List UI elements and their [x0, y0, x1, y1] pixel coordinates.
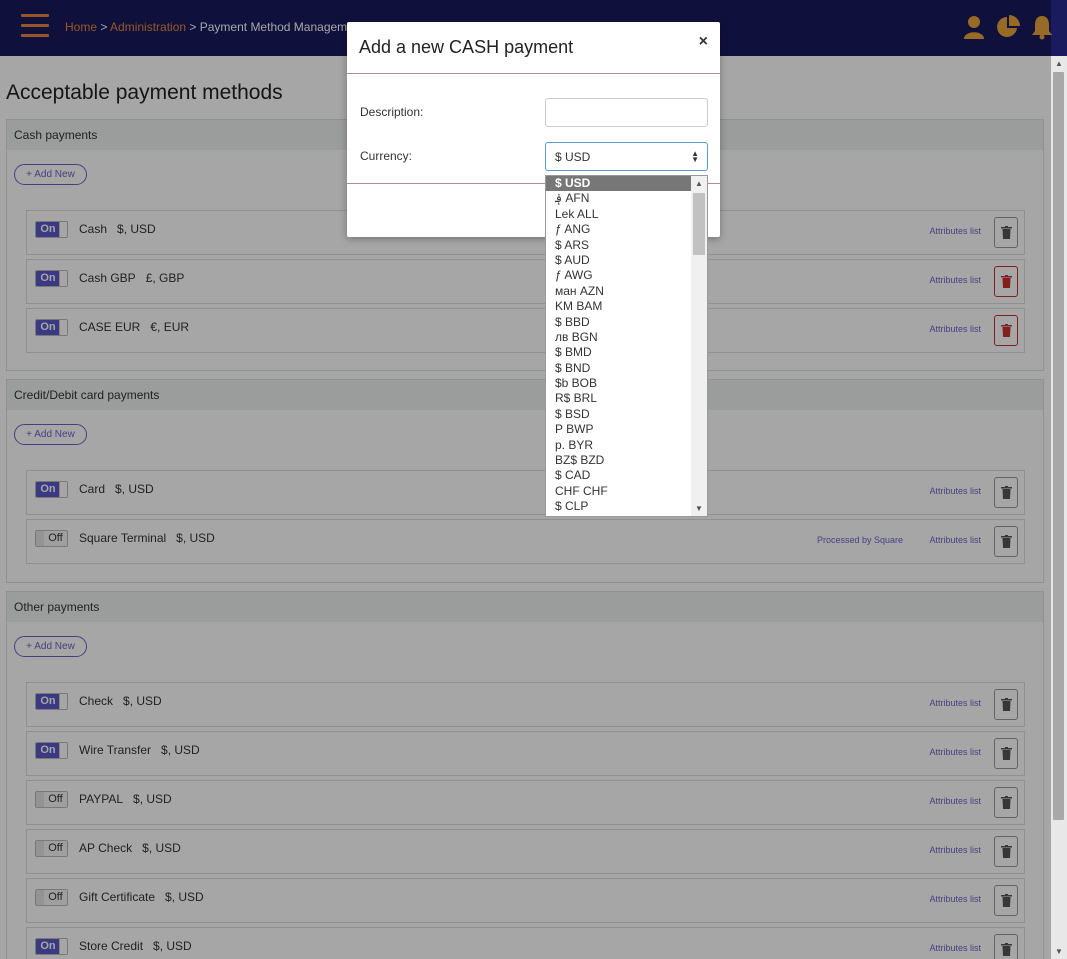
modal-title: Add a new CASH payment — [359, 37, 574, 57]
currency-option[interactable]: $ CLP — [546, 499, 707, 514]
currency-option[interactable]: ман AZN — [546, 284, 707, 299]
description-label: Description: — [360, 105, 424, 119]
currency-option[interactable]: ƒ ANG — [546, 222, 707, 237]
select-arrows-icon: ▲ ▼ — [691, 149, 699, 164]
scroll-up-arrow-icon[interactable]: ▲ — [695, 179, 703, 188]
currency-select-value: $ USD — [555, 150, 591, 164]
currency-option[interactable]: $ USD — [546, 176, 707, 192]
scroll-down-arrow-icon[interactable]: ▼ — [1055, 947, 1063, 956]
currency-option[interactable]: $ CAD — [546, 468, 707, 483]
currency-option[interactable]: $ BND — [546, 361, 707, 376]
currency-option[interactable]: BZ$ BZD — [546, 453, 707, 468]
currency-option[interactable]: $ AUD — [546, 253, 707, 268]
currency-select[interactable]: $ USD ▲ ▼ — [545, 142, 708, 171]
currency-option[interactable]: P BWP — [546, 422, 707, 437]
currency-option[interactable]: $ BSD — [546, 407, 707, 422]
currency-option[interactable]: Lek ALL — [546, 207, 707, 222]
dropdown-scrollbar-thumb[interactable] — [693, 193, 705, 255]
currency-option[interactable]: CHF CHF — [546, 484, 707, 499]
currency-option[interactable]: ƒ AWG — [546, 268, 707, 283]
dropdown-scrollbar[interactable]: ▲ ▼ — [691, 176, 707, 516]
close-icon[interactable]: × — [699, 33, 708, 51]
scroll-down-arrow-icon[interactable]: ▼ — [695, 504, 703, 513]
currency-option[interactable]: лв BGN — [546, 330, 707, 345]
currency-options-list: $ USD ؋ AFN Lek ALL ƒ ANG $ ARS $ AUD ƒ AWG ман… — [546, 176, 707, 515]
description-input[interactable] — [545, 98, 708, 127]
currency-option[interactable]: ؋ AFN — [546, 191, 707, 206]
currency-dropdown: $ USD ؋ AFN Lek ALL ƒ ANG $ ARS $ AUD ƒ AWG ман… — [545, 175, 708, 517]
scrollbar-thumb[interactable] — [1053, 72, 1064, 820]
page-scrollbar[interactable]: ▲ ▼ — [1051, 56, 1067, 959]
currency-option[interactable]: $ ARS — [546, 238, 707, 253]
currency-option[interactable]: $b BOB — [546, 376, 707, 391]
currency-label: Currency: — [360, 149, 413, 163]
currency-option[interactable]: p. BYR — [546, 438, 707, 453]
currency-option[interactable]: $ BMD — [546, 345, 707, 360]
scroll-up-arrow-icon[interactable]: ▲ — [1055, 59, 1063, 68]
currency-option[interactable]: KM BAM — [546, 299, 707, 314]
currency-option[interactable]: R$ BRL — [546, 391, 707, 406]
currency-option[interactable]: $ BBD — [546, 315, 707, 330]
modal-header: Add a new CASH payment × — [347, 22, 720, 74]
